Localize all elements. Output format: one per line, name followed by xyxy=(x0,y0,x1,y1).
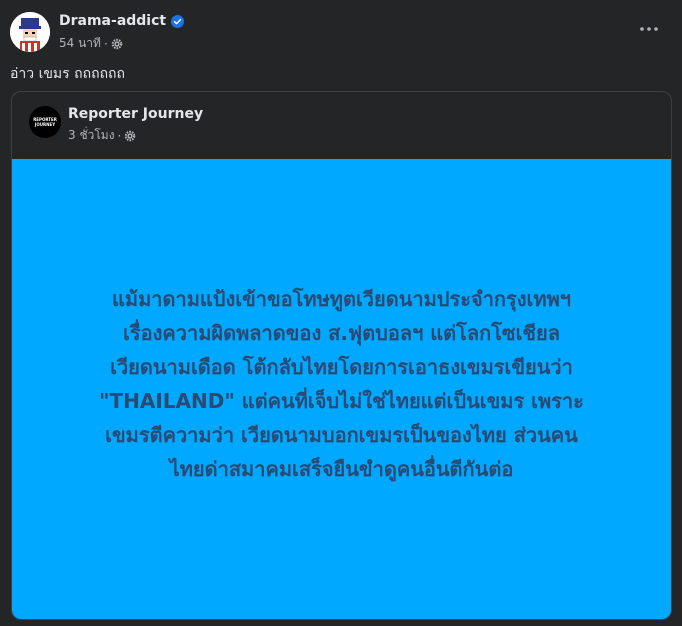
panel-text-line: เขมรตีความว่า เวียดนามบอกเขมรเป็นของไทย … xyxy=(105,423,578,447)
shared-post-header: REPORTER JOURNEY Reporter Journey 3 ชั่ว… xyxy=(12,92,671,158)
more-options-icon xyxy=(640,27,658,31)
panel-text: แม้มาดามแป้งเข้าขอโทษทูตเวียดนามประจำกรุ… xyxy=(42,282,642,486)
author-avatar[interactable] xyxy=(10,12,50,52)
post-image-panel[interactable]: แม้มาดามแป้งเข้าขอโทษทูตเวียดนามประจำกรุ… xyxy=(12,159,671,619)
page-logo[interactable]: REPORTER JOURNEY xyxy=(29,106,61,138)
shared-page-name[interactable]: Reporter Journey xyxy=(68,106,203,122)
logo-text-line2: JOURNEY xyxy=(34,122,56,127)
gear-icon xyxy=(125,130,136,141)
gear-icon xyxy=(111,38,123,49)
meta-separator: · xyxy=(117,128,122,143)
more-options-button[interactable] xyxy=(636,20,662,38)
post-header: Drama-addict 54 นาที · xyxy=(10,12,672,56)
author-name[interactable]: Drama-addict xyxy=(59,13,166,29)
post-caption: อ่าว เขมร ถถถถถถ xyxy=(10,66,125,82)
panel-text-line: เรื่องความผิดพลาดของ ส.ฟุตบอลฯ แต่โลกโซเ… xyxy=(123,321,560,345)
author-name-row: Drama-addict xyxy=(59,13,185,29)
post-time[interactable]: 54 นาที xyxy=(59,34,101,53)
panel-text-line: เวียดนามเดือด โต้กลับไทยโดยการเอาธงเขมรเ… xyxy=(110,355,573,379)
shared-post-time[interactable]: 3 ชั่วโมง xyxy=(68,126,115,145)
panel-text-line: "THAILAND" แต่คนที่เจ็บไม่ใช่ไทยแต่เป็นเ… xyxy=(99,389,584,413)
panel-text-line: แม้มาดามแป้งเข้าขอโทษทูตเวียดนามประจำกรุ… xyxy=(112,287,571,311)
cartoon-avatar-icon xyxy=(10,12,50,52)
shared-post-card[interactable]: REPORTER JOURNEY Reporter Journey 3 ชั่ว… xyxy=(11,91,672,620)
panel-text-line: ไทยด่าสมาคมเสร็จยืนขำดูคนอื่นตีกันต่อ xyxy=(169,457,514,481)
verified-badge-icon xyxy=(171,14,185,28)
post-meta: 54 นาที · xyxy=(59,34,123,53)
shared-post-meta: 3 ชั่วโมง · xyxy=(68,126,136,145)
meta-separator: · xyxy=(103,36,108,51)
